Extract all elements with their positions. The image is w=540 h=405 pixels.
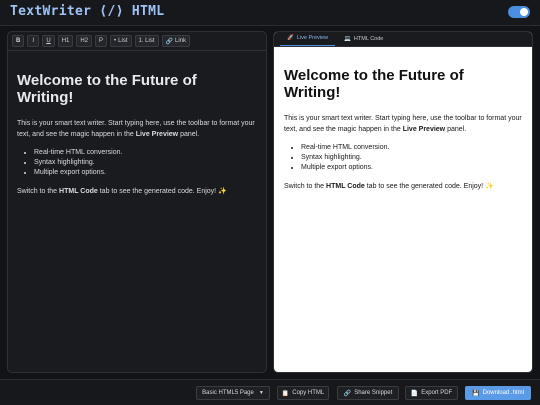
download-html-button[interactable]: 💾 Download .html: [465, 386, 531, 400]
bottom-bar: Basic HTML5 Page ▼ 📋 Copy HTML 🔗 Share Snip…: [0, 379, 540, 405]
preview-panel: 🚀 Live Preview 💻 HTML Code Welcome to the …: [273, 31, 533, 373]
link-label: Link: [175, 38, 187, 44]
outro-text: Switch to the: [284, 183, 327, 190]
preview-list: Real-time HTML conversion. Syntax highli…: [284, 143, 522, 173]
list-item: Multiple export options.: [301, 163, 522, 173]
template-select-value: Basic HTML5 Page: [202, 390, 254, 396]
link-icon: 🔗: [343, 390, 352, 397]
format-toolbar: B I U H1 H2 P • List 1. List 🔗 Link: [8, 32, 266, 51]
numbered-list-label: 1. List: [138, 38, 155, 44]
copy-label: Copy HTML: [292, 390, 325, 396]
download-label: Download .html: [482, 390, 524, 396]
doc-intro: This is your smart text writer. Start ty…: [17, 118, 257, 140]
doc-list: Real-time HTML conversion. Syntax highli…: [17, 148, 257, 178]
list-item: Real-time HTML conversion.: [301, 143, 522, 153]
laptop-icon: 💻: [344, 35, 351, 42]
outro-text: Switch to the: [17, 188, 60, 195]
caret-down-icon: ▼: [258, 390, 264, 396]
document-icon: 📄: [410, 390, 419, 397]
intro-end: panel.: [445, 126, 467, 133]
outro-bold: HTML Code: [59, 188, 98, 195]
editor-content[interactable]: Welcome to the Future of Writing! This i…: [8, 72, 266, 197]
top-bar: TextWriter ⟨/⟩ HTML: [0, 0, 540, 26]
tab-html-code[interactable]: 💻 HTML Code: [337, 32, 390, 46]
numbered-list-button[interactable]: 1. List: [134, 35, 159, 47]
underline-label: U: [46, 38, 51, 44]
share-label: Share Snippet: [354, 390, 393, 396]
export-pdf-button[interactable]: 📄 Export PDF: [405, 386, 458, 400]
editor-panel: B I U H1 H2 P • List 1. List 🔗 Link Welcom…: [7, 31, 267, 373]
outro-end: tab to see the generated code. Enjoy! ✨: [364, 183, 494, 190]
paragraph-button[interactable]: P: [95, 35, 108, 47]
doc-heading: Welcome to the Future of Writing!: [17, 72, 197, 106]
h1-label: H1: [61, 38, 70, 44]
list-item: Real-time HTML conversion.: [34, 148, 257, 158]
h1-button[interactable]: H1: [57, 35, 74, 47]
copy-html-button[interactable]: 📋 Copy HTML: [277, 386, 329, 400]
pdf-label: Export PDF: [421, 390, 453, 396]
preview-tabs: 🚀 Live Preview 💻 HTML Code: [274, 32, 532, 47]
tab-label: Live Preview: [296, 35, 329, 41]
h2-button[interactable]: H2: [76, 35, 93, 47]
share-snippet-button[interactable]: 🔗 Share Snippet: [337, 386, 399, 400]
h2-label: H2: [80, 38, 89, 44]
intro-end: panel.: [178, 131, 200, 138]
paragraph-label: P: [99, 38, 104, 44]
tab-live-preview[interactable]: 🚀 Live Preview: [280, 32, 336, 46]
outro-bold: HTML Code: [326, 183, 365, 190]
link-button[interactable]: 🔗 Link: [161, 35, 191, 47]
link-icon: 🔗: [165, 38, 173, 45]
bullet-list-button[interactable]: • List: [110, 35, 132, 47]
intro-bold: Live Preview: [402, 126, 446, 133]
list-item: Multiple export options.: [34, 168, 257, 178]
list-item: Syntax highlighting.: [34, 158, 257, 168]
save-icon: 💾: [472, 390, 480, 397]
italic-button[interactable]: I: [27, 35, 40, 47]
theme-toggle[interactable]: [508, 6, 530, 18]
app-title: TextWriter ⟨/⟩ HTML: [10, 4, 165, 19]
outro-end: tab to see the generated code. Enjoy! ✨: [97, 188, 227, 195]
preview-heading: Welcome to the Future of Writing!: [284, 67, 464, 101]
tab-label: HTML Code: [353, 35, 384, 42]
preview-outro: Switch to the HTML Code tab to see the g…: [284, 181, 522, 192]
clipboard-icon: 📋: [281, 390, 290, 397]
intro-bold: Live Preview: [135, 131, 179, 138]
bullet-icon: •: [114, 38, 117, 44]
doc-outro: Switch to the HTML Code tab to see the g…: [17, 186, 257, 197]
italic-label: I: [32, 38, 35, 44]
preview-content: Welcome to the Future of Writing! This i…: [274, 67, 532, 192]
bold-label: B: [16, 38, 21, 44]
template-select[interactable]: Basic HTML5 Page ▼: [196, 386, 270, 400]
preview-intro: This is your smart text writer. Start ty…: [284, 113, 522, 135]
bold-button[interactable]: B: [12, 35, 25, 47]
toggle-knob: [520, 8, 528, 16]
bullet-list-label: List: [118, 38, 128, 44]
rocket-icon: 🚀: [287, 35, 294, 41]
underline-button[interactable]: U: [42, 35, 55, 47]
list-item: Syntax highlighting.: [301, 153, 522, 163]
